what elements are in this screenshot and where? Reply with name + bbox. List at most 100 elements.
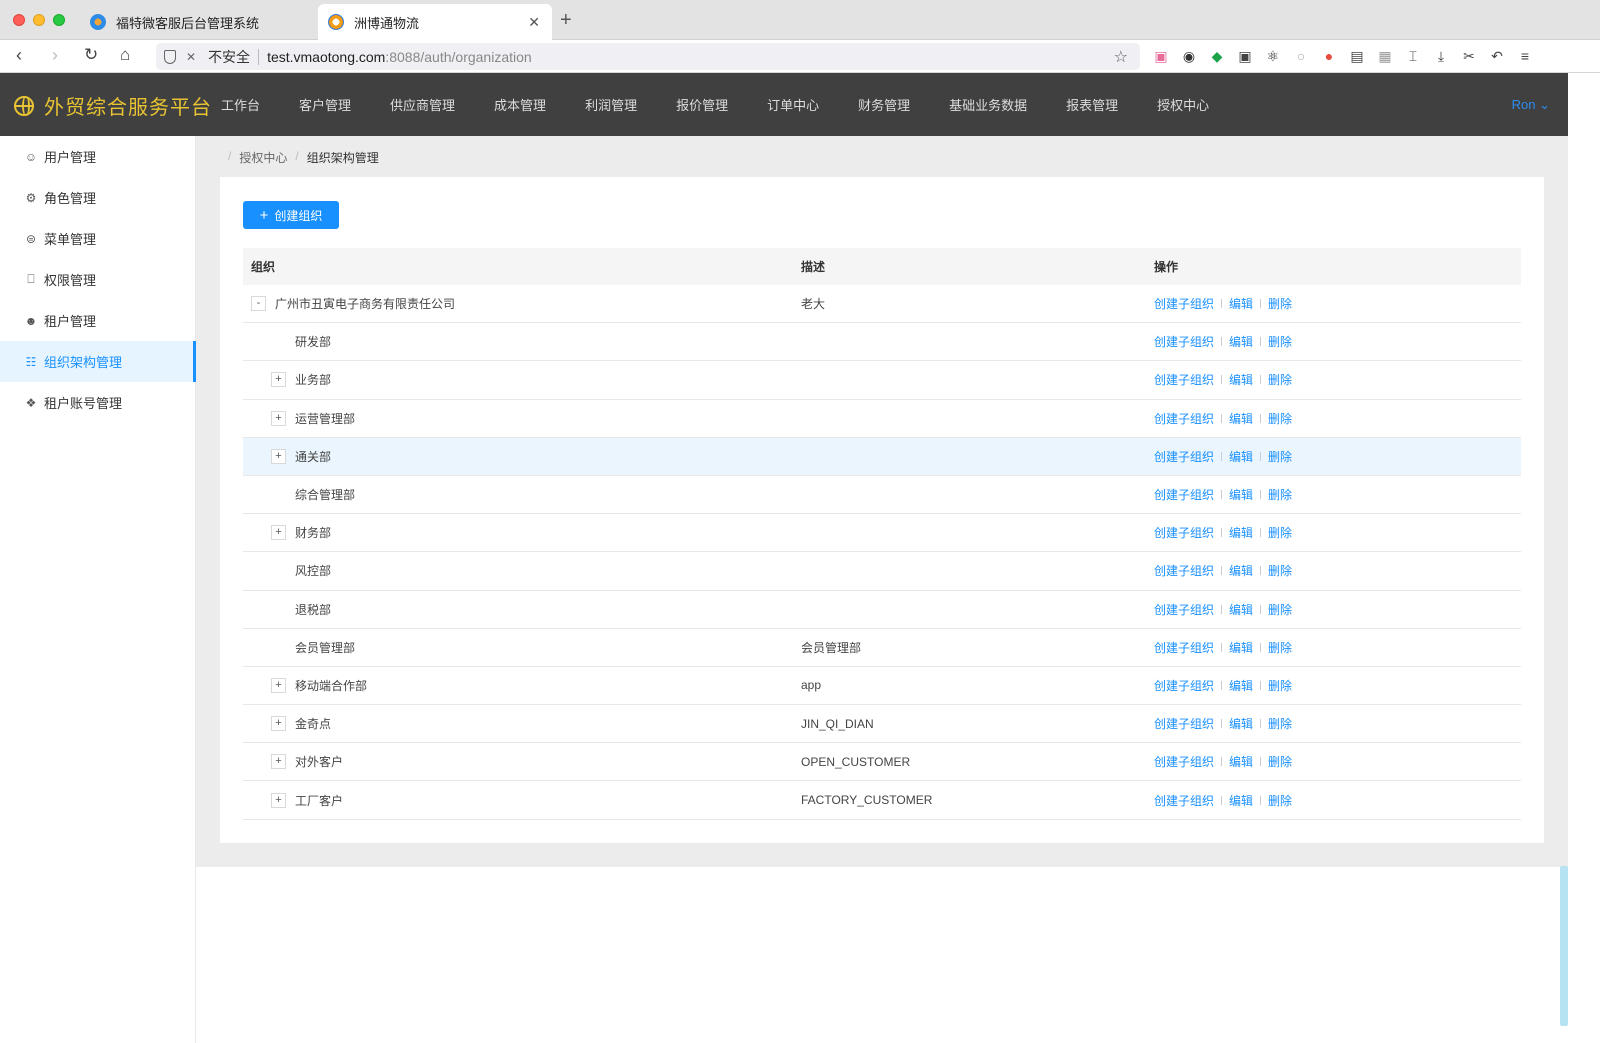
nav-item-customers[interactable]: 客户管理 [299, 95, 351, 114]
tag-icon[interactable]: ◆ [1208, 47, 1226, 65]
nav-item-cost[interactable]: 成本管理 [494, 95, 546, 114]
delete-link[interactable]: 删除 [1268, 448, 1292, 465]
extension-icon[interactable]: ○ [1292, 47, 1310, 65]
create-child-link[interactable]: 创建子组织 [1154, 410, 1214, 427]
edit-link[interactable]: 编辑 [1229, 792, 1253, 809]
extension-icon[interactable]: ⚛ [1264, 47, 1282, 65]
extension-icon[interactable]: ◉ [1180, 47, 1198, 65]
scrollbar-thumb[interactable] [1560, 866, 1568, 1026]
scissors-icon[interactable]: ✂ [1460, 47, 1478, 65]
address-bar[interactable]: ✕ 不安全 test.vmaotong.com :8088/auth/organ… [156, 43, 1140, 70]
expand-icon[interactable]: + [271, 792, 286, 808]
close-window-button[interactable] [13, 14, 25, 26]
browser-tab-active[interactable]: 洲博通物流 ✕ [318, 4, 552, 40]
sidebar-item-organization[interactable]: ☷ 组织架构管理 [0, 341, 196, 382]
create-child-link[interactable]: 创建子组织 [1154, 524, 1214, 541]
undo-icon[interactable]: ↶ [1488, 47, 1506, 65]
back-icon[interactable]: ‹ [16, 45, 22, 66]
edit-link[interactable]: 编辑 [1229, 410, 1253, 427]
extension-icon[interactable]: ▦ [1376, 47, 1394, 65]
create-child-link[interactable]: 创建子组织 [1154, 715, 1214, 732]
extension-icon[interactable]: ⌶ [1404, 47, 1422, 65]
close-tab-icon[interactable]: ✕ [528, 14, 540, 31]
reload-icon[interactable]: ↻ [84, 45, 98, 65]
delete-link[interactable]: 删除 [1268, 486, 1292, 503]
collapse-icon[interactable]: - [251, 296, 266, 312]
edit-link[interactable]: 编辑 [1229, 295, 1253, 312]
edit-link[interactable]: 编辑 [1229, 639, 1253, 656]
create-child-link[interactable]: 创建子组织 [1154, 448, 1214, 465]
edit-link[interactable]: 编辑 [1229, 486, 1253, 503]
expand-icon[interactable]: + [271, 448, 286, 464]
delete-link[interactable]: 删除 [1268, 410, 1292, 427]
download-icon[interactable]: ⤓ [1432, 47, 1450, 65]
delete-link[interactable]: 删除 [1268, 715, 1292, 732]
expand-icon[interactable]: + [271, 372, 286, 388]
delete-link[interactable]: 删除 [1268, 371, 1292, 388]
delete-link[interactable]: 删除 [1268, 601, 1292, 618]
create-child-link[interactable]: 创建子组织 [1154, 371, 1214, 388]
browser-tab[interactable]: 福特微客服后台管理系统 [80, 4, 310, 40]
sidebar-item-users[interactable]: ☺ 用户管理 [0, 136, 195, 177]
nav-item-reports[interactable]: 报表管理 [1066, 95, 1118, 114]
hamburger-menu-icon[interactable]: ≡ [1516, 47, 1534, 65]
create-child-link[interactable]: 创建子组织 [1154, 677, 1214, 694]
delete-link[interactable]: 删除 [1268, 295, 1292, 312]
delete-link[interactable]: 删除 [1268, 639, 1292, 656]
create-child-link[interactable]: 创建子组织 [1154, 753, 1214, 770]
sidebar-item-tenants[interactable]: ☻ 租户管理 [0, 300, 195, 341]
create-child-link[interactable]: 创建子组织 [1154, 601, 1214, 618]
create-child-link[interactable]: 创建子组织 [1154, 792, 1214, 809]
user-menu[interactable]: Ron ⌄ [1512, 97, 1550, 113]
nav-item-base-data[interactable]: 基础业务数据 [949, 95, 1027, 114]
expand-icon[interactable]: + [271, 410, 286, 426]
sidebar-item-menus[interactable]: ⊜ 菜单管理 [0, 218, 195, 259]
minimize-window-button[interactable] [33, 14, 45, 26]
edit-link[interactable]: 编辑 [1229, 524, 1253, 541]
extension-icon[interactable]: ▤ [1348, 47, 1366, 65]
edit-link[interactable]: 编辑 [1229, 448, 1253, 465]
edit-link[interactable]: 编辑 [1229, 333, 1253, 350]
home-icon[interactable]: ⌂ [120, 45, 130, 65]
edit-link[interactable]: 编辑 [1229, 753, 1253, 770]
breadcrumb-item[interactable]: 授权中心 [239, 149, 287, 166]
nav-item-finance[interactable]: 财务管理 [858, 95, 910, 114]
sidebar-item-tenant-accounts[interactable]: ❖ 租户账号管理 [0, 382, 195, 423]
nav-item-orders[interactable]: 订单中心 [767, 95, 819, 114]
sidebar-item-roles[interactable]: ⚙ 角色管理 [0, 177, 195, 218]
nav-item-quotes[interactable]: 报价管理 [676, 95, 728, 114]
delete-link[interactable]: 删除 [1268, 677, 1292, 694]
create-child-link[interactable]: 创建子组织 [1154, 639, 1214, 656]
edit-link[interactable]: 编辑 [1229, 677, 1253, 694]
edit-link[interactable]: 编辑 [1229, 371, 1253, 388]
create-child-link[interactable]: 创建子组织 [1154, 295, 1214, 312]
extension-icon[interactable]: ● [1320, 47, 1338, 65]
expand-icon[interactable]: + [271, 525, 286, 541]
edit-link[interactable]: 编辑 [1229, 715, 1253, 732]
create-child-link[interactable]: 创建子组织 [1154, 333, 1214, 350]
delete-link[interactable]: 删除 [1268, 333, 1292, 350]
app-logo[interactable]: 外贸综合服务平台 [14, 91, 212, 120]
create-child-link[interactable]: 创建子组织 [1154, 486, 1214, 503]
nav-item-workbench[interactable]: 工作台 [221, 95, 260, 114]
create-organization-button[interactable]: + 创建组织 [243, 201, 339, 229]
expand-icon[interactable]: + [271, 754, 286, 770]
delete-link[interactable]: 删除 [1268, 753, 1292, 770]
maximize-window-button[interactable] [53, 14, 65, 26]
delete-link[interactable]: 删除 [1268, 792, 1292, 809]
sidebar-item-permissions[interactable]: ⎕ 权限管理 [0, 259, 195, 300]
extension-icon[interactable]: ▣ [1152, 47, 1170, 65]
delete-link[interactable]: 删除 [1268, 562, 1292, 579]
camera-icon[interactable]: ▣ [1236, 47, 1254, 65]
expand-icon[interactable]: + [271, 716, 286, 732]
edit-link[interactable]: 编辑 [1229, 601, 1253, 618]
nav-item-profit[interactable]: 利润管理 [585, 95, 637, 114]
edit-link[interactable]: 编辑 [1229, 562, 1253, 579]
forward-icon[interactable]: › [52, 45, 58, 66]
expand-icon[interactable]: + [271, 677, 286, 693]
create-child-link[interactable]: 创建子组织 [1154, 562, 1214, 579]
nav-item-auth[interactable]: 授权中心 [1157, 95, 1209, 114]
nav-item-suppliers[interactable]: 供应商管理 [390, 95, 455, 114]
bookmark-star-icon[interactable]: ☆ [1114, 47, 1128, 67]
new-tab-icon[interactable]: + [560, 9, 572, 32]
